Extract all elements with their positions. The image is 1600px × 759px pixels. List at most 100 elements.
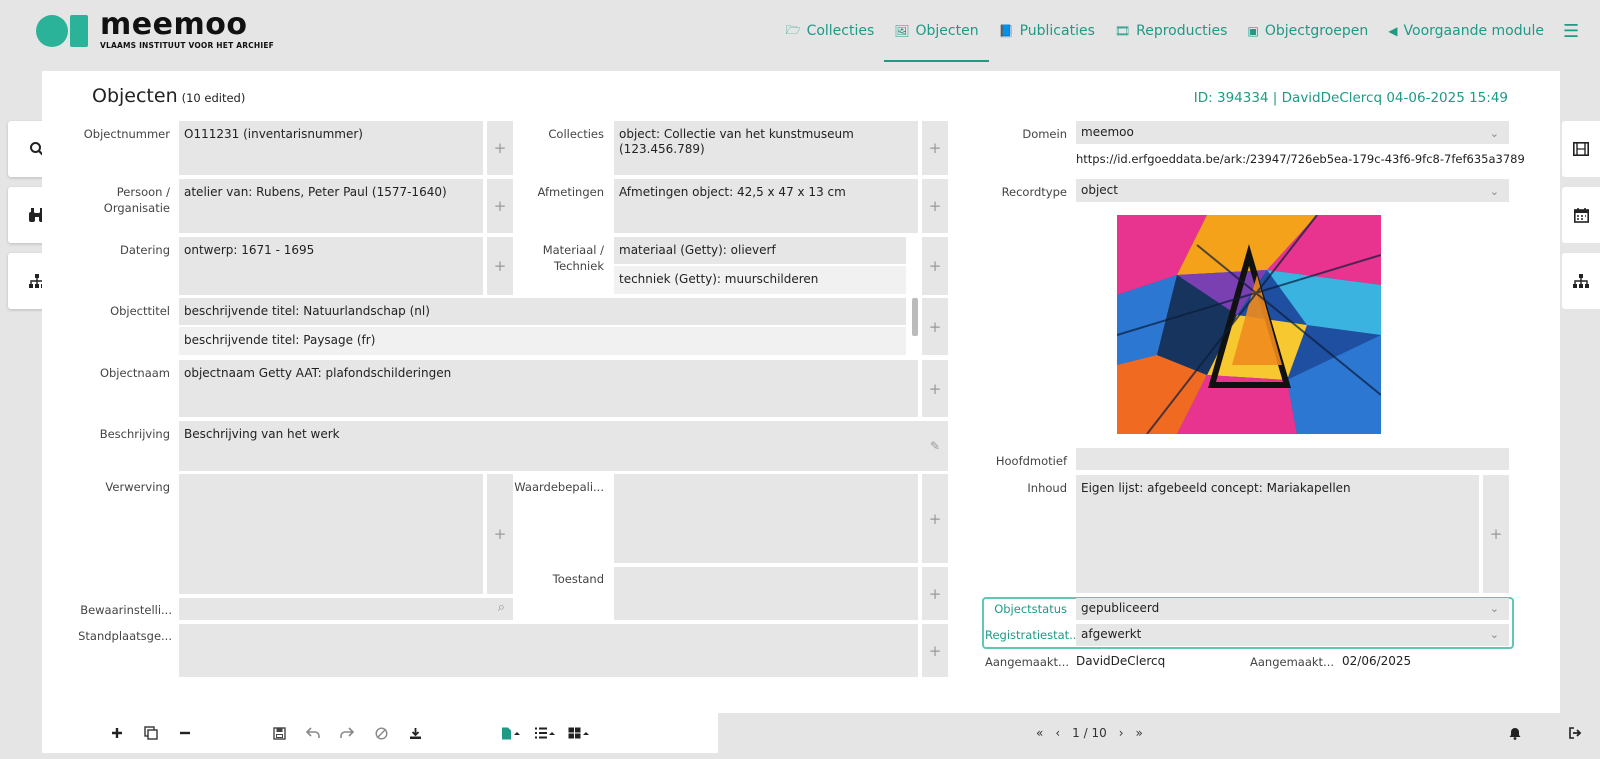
- objecttitel-scrollbar[interactable]: [912, 298, 918, 336]
- grid-view-button[interactable]: [564, 713, 594, 753]
- file-icon: [502, 727, 520, 739]
- download-button[interactable]: [404, 713, 426, 753]
- nav-objectgroepen[interactable]: ▣ Objectgroepen: [1237, 0, 1378, 62]
- add-record-button[interactable]: [106, 713, 128, 753]
- beschrijving-label: Beschrijving: [99, 427, 170, 441]
- verwerving-field[interactable]: [179, 474, 483, 594]
- bell-icon: [1509, 727, 1521, 740]
- record-toolbar: [42, 713, 718, 753]
- nav-publicaties[interactable]: 📘 Publicaties: [989, 0, 1105, 62]
- bewaarinstelling-label: Bewaarinstelli...: [80, 603, 172, 617]
- ban-icon: [374, 726, 388, 740]
- chevron-down-icon: ⌄: [1489, 602, 1499, 615]
- standplaats-field[interactable]: [179, 624, 918, 677]
- logout-button[interactable]: [1562, 713, 1588, 753]
- calendar-icon: [1573, 207, 1589, 223]
- hoofdmotief-field[interactable]: [1076, 448, 1509, 470]
- collecties-field[interactable]: object: Collectie van het kunstmuseum (1…: [614, 121, 918, 175]
- prev-page-icon[interactable]: ‹: [1055, 726, 1060, 740]
- brand-logo[interactable]: meemoo VLAAMS INSTITUUT VOOR HET ARCHIEF: [36, 7, 275, 50]
- hierarchy-side-button[interactable]: [1562, 253, 1600, 309]
- pencil-icon[interactable]: ✎: [930, 439, 940, 454]
- materiaal-value[interactable]: materiaal (Getty): olieverf: [614, 237, 906, 264]
- objecttitel-label: Objecttitel: [110, 304, 170, 318]
- inhoud-field[interactable]: Eigen lijst: afgebeeld concept: Mariakap…: [1076, 475, 1479, 593]
- page-title: Objecten (10 edited): [92, 85, 246, 107]
- notifications-button[interactable]: [1502, 713, 1528, 753]
- recordtype-select[interactable]: object ⌄: [1076, 179, 1509, 202]
- aangemaakt-door-label: Aangemaakt...: [985, 655, 1070, 669]
- brand-name: meemoo: [100, 7, 248, 42]
- folder-open-icon: 🗁: [785, 22, 801, 37]
- last-page-icon[interactable]: »: [1136, 726, 1143, 740]
- remove-record-button[interactable]: [174, 713, 196, 753]
- beschrijving-field[interactable]: Beschrijving van het werk ✎: [179, 421, 948, 471]
- hamburger-menu-icon[interactable]: ☰: [1554, 0, 1588, 62]
- nav-reproducties[interactable]: 🎞 Reproducties: [1105, 0, 1238, 62]
- datering-field[interactable]: ontwerp: 1671 - 1695: [179, 237, 483, 295]
- afmetingen-field[interactable]: Afmetingen object: 42,5 x 47 x 13 cm: [614, 179, 918, 233]
- standplaats-add-button[interactable]: +: [922, 624, 948, 677]
- nav-label: Publicaties: [1019, 23, 1095, 39]
- nav-label: Objectgroepen: [1264, 23, 1369, 39]
- objectnummer-field[interactable]: O111231 (inventarisnummer): [179, 121, 483, 175]
- nav-voorgaande-module[interactable]: ◀ Voorgaande module: [1378, 0, 1554, 62]
- record-pager: « ‹ 1 / 10 › »: [1030, 713, 1149, 753]
- objectnaam-add-button[interactable]: +: [922, 360, 948, 417]
- waardebepaling-label: Waardebepali...: [514, 480, 604, 494]
- toestand-add-button[interactable]: +: [922, 567, 948, 620]
- calendar-side-button[interactable]: [1562, 187, 1600, 243]
- save-button[interactable]: [268, 713, 290, 753]
- objecttitel-add-button[interactable]: +: [922, 298, 948, 355]
- objectnaam-field[interactable]: objectnaam Getty AAT: plafondschildering…: [179, 360, 918, 417]
- nav-label: Reproducties: [1136, 23, 1228, 39]
- nav-label: Objecten: [915, 23, 979, 39]
- film-side-button[interactable]: [1562, 121, 1600, 177]
- list-icon: [535, 727, 555, 739]
- detail-view-button[interactable]: [496, 713, 526, 753]
- objectstatus-select[interactable]: gepubliceerd ⌄: [1076, 598, 1509, 620]
- techniek-value[interactable]: techniek (Getty): muurschilderen: [614, 266, 906, 294]
- afmetingen-label: Afmetingen: [537, 185, 604, 199]
- inhoud-add-button[interactable]: +: [1483, 475, 1509, 593]
- chevron-down-icon: ⌄: [1489, 628, 1499, 641]
- duplicate-record-button[interactable]: [140, 713, 162, 753]
- hoofdmotief-label: Hoofdmotief: [995, 454, 1067, 468]
- next-page-icon[interactable]: ›: [1119, 726, 1124, 740]
- aangemaakt-op-value: 02/06/2025: [1342, 654, 1412, 668]
- object-image[interactable]: [1117, 215, 1381, 434]
- objecttitel-value-nl[interactable]: beschrijvende titel: Natuurlandschap (nl…: [179, 298, 906, 325]
- first-page-icon[interactable]: «: [1036, 726, 1043, 740]
- nav-collecties[interactable]: 🗁 Collecties: [776, 0, 885, 62]
- waardebepaling-add-button[interactable]: +: [922, 474, 948, 563]
- undo-button[interactable]: [302, 713, 324, 753]
- datering-label: Datering: [120, 243, 170, 257]
- pager-position: 1 / 10: [1072, 726, 1107, 740]
- objecttitel-value-fr[interactable]: beschrijvende titel: Paysage (fr): [179, 327, 906, 355]
- nav-objecten[interactable]: 🖼 Objecten: [884, 0, 989, 62]
- cancel-edit-button[interactable]: [370, 713, 392, 753]
- waardebepaling-field[interactable]: [614, 474, 918, 563]
- materiaal-label: Materiaal / Techniek: [542, 243, 604, 273]
- list-view-button[interactable]: [530, 713, 560, 753]
- search-icon[interactable]: ⌕: [498, 600, 505, 615]
- objectnummer-label: Objectnummer: [83, 127, 170, 141]
- toestand-field[interactable]: [614, 567, 918, 620]
- top-bar: meemoo VLAAMS INSTITUUT VOOR HET ARCHIEF…: [0, 0, 1600, 62]
- arrow-circle-left-icon: ◀: [1388, 24, 1398, 38]
- image-icon: 🖼: [894, 24, 910, 38]
- persoon-field[interactable]: atelier van: Rubens, Peter Paul (1577-16…: [179, 179, 483, 233]
- film-icon: 🎞: [1114, 24, 1131, 38]
- registratiestatus-select[interactable]: afgewerkt ⌄: [1076, 624, 1509, 646]
- chevron-down-icon: ⌄: [1489, 127, 1499, 140]
- brand-subtitle: VLAAMS INSTITUUT VOOR HET ARCHIEF: [100, 41, 275, 50]
- redo-button[interactable]: [336, 713, 358, 753]
- undo-icon: [306, 727, 320, 738]
- bewaarinstelling-field[interactable]: ⌕: [179, 598, 513, 620]
- objectstatus-label: Objectstatus: [994, 602, 1067, 616]
- materiaal-add-button[interactable]: +: [922, 237, 948, 295]
- domein-select[interactable]: meemoo ⌄: [1076, 121, 1509, 144]
- collecties-add-button[interactable]: +: [922, 121, 948, 175]
- afmetingen-add-button[interactable]: +: [922, 179, 948, 233]
- domein-uri[interactable]: https://id.erfgoeddata.be/ark:/23947/726…: [1076, 152, 1525, 166]
